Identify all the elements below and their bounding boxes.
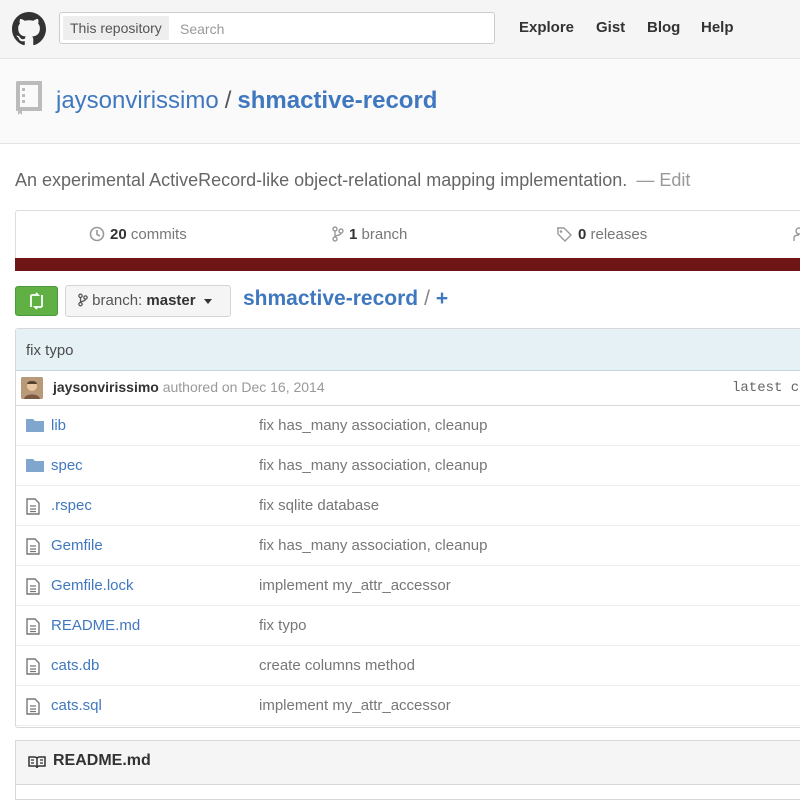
compare-button[interactable] <box>15 286 58 316</box>
file-name-link[interactable]: lib <box>51 417 66 434</box>
file-name-link[interactable]: Gemfile.lock <box>51 577 134 594</box>
github-logo-icon[interactable] <box>12 12 46 46</box>
releases-count: 0 <box>578 226 587 243</box>
folder-icon <box>26 459 44 472</box>
file-text-icon <box>26 578 40 595</box>
file-row[interactable]: cats.db create columns method <box>16 646 800 686</box>
file-name-link[interactable]: .rspec <box>51 497 92 514</box>
breadcrumb: shmactive-record / + <box>243 287 448 311</box>
commit-author-link[interactable]: jaysonvirissimo <box>53 379 159 395</box>
nav-gist[interactable]: Gist <box>596 19 625 36</box>
file-text-icon <box>26 538 40 555</box>
numbers-summary: 20 commits 1 branch 0 releases <box>15 210 800 258</box>
file-name-link[interactable]: cats.sql <box>51 697 102 714</box>
file-text-icon <box>26 618 40 635</box>
search-scope-label: This repository <box>63 16 169 40</box>
branch-icon <box>332 226 344 242</box>
book-icon <box>28 756 46 769</box>
site-header: This repository Explore Gist Blog Help <box>0 0 800 59</box>
repo-description-text: An experimental ActiveRecord-like object… <box>15 170 628 190</box>
file-commit-message[interactable]: fix sqlite database <box>259 497 379 514</box>
file-text-icon <box>26 658 40 675</box>
file-row[interactable]: lib fix has_many association, cleanup <box>16 406 800 446</box>
repo-name-link[interactable]: shmactive-record <box>237 87 437 114</box>
file-text-icon <box>26 698 40 715</box>
releases-link[interactable]: 0 releases <box>556 226 647 243</box>
file-row[interactable]: Gemfile fix has_many association, cleanup <box>16 526 800 566</box>
file-commit-message[interactable]: create columns method <box>259 657 415 674</box>
commit-author-line: jaysonvirissimo authored on Dec 16, 2014 <box>53 379 325 395</box>
file-list: fix typo jaysonvirissimo authored on Dec… <box>15 328 800 728</box>
readme-title: README.md <box>53 752 151 769</box>
file-commit-message[interactable]: fix has_many association, cleanup <box>259 537 487 554</box>
avatar[interactable] <box>21 377 43 399</box>
branches-link[interactable]: 1 branch <box>332 226 407 243</box>
branch-prefix: branch: <box>92 292 143 309</box>
branch-count: 1 <box>349 226 358 243</box>
new-file-button[interactable]: + <box>436 287 448 310</box>
branch-select[interactable]: branch: master <box>65 285 231 317</box>
last-commit-message: fix typo <box>16 329 800 371</box>
repo-title-separator: / <box>224 87 232 114</box>
releases-label: releases <box>590 226 648 243</box>
file-row[interactable]: spec fix has_many association, cleanup <box>16 446 800 486</box>
search-input[interactable] <box>178 17 482 41</box>
history-icon <box>89 226 105 242</box>
file-row[interactable]: Gemfile.lock implement my_attr_accessor <box>16 566 800 606</box>
file-commit-message[interactable]: fix has_many association, cleanup <box>259 457 487 474</box>
file-name-link[interactable]: spec <box>51 457 83 474</box>
repo-icon <box>16 81 42 115</box>
file-commit-message[interactable]: fix typo <box>259 617 307 634</box>
commit-authored-text: authored on Dec 16, 2014 <box>162 379 325 395</box>
nav-help[interactable]: Help <box>701 19 734 36</box>
compare-icon <box>30 292 43 310</box>
file-row[interactable]: .rspec fix sqlite database <box>16 486 800 526</box>
last-commit-meta: jaysonvirissimo authored on Dec 16, 2014… <box>16 371 800 406</box>
nav-blog[interactable]: Blog <box>647 19 680 36</box>
file-row[interactable]: cats.sql implement my_attr_accessor <box>16 686 800 726</box>
edit-description-link[interactable]: — Edit <box>636 170 690 190</box>
language-bar <box>15 258 800 271</box>
commits-link[interactable]: 20 commits <box>89 226 187 243</box>
branch-name: master <box>146 292 196 309</box>
file-name-link[interactable]: README.md <box>51 617 140 634</box>
latest-commit-label[interactable]: latest c <box>732 380 799 396</box>
user-avatar-icon <box>21 377 43 399</box>
repo-description: An experimental ActiveRecord-like object… <box>15 170 690 191</box>
file-commit-message[interactable]: implement my_attr_accessor <box>259 697 451 714</box>
repo-title: jaysonvirissimo / shmactive-record <box>56 87 437 115</box>
file-commit-message[interactable]: fix has_many association, cleanup <box>259 417 487 434</box>
readme-header: README.md <box>16 741 800 785</box>
folder-icon <box>26 419 44 432</box>
file-commit-message[interactable]: implement my_attr_accessor <box>259 577 451 594</box>
contributors-icon <box>793 227 800 241</box>
repo-header: jaysonvirissimo / shmactive-record <box>0 59 800 144</box>
commits-count: 20 <box>110 226 127 243</box>
commits-label: commits <box>130 226 187 243</box>
branch-icon <box>78 293 88 307</box>
file-text-icon <box>26 498 40 515</box>
file-name-link[interactable]: Gemfile <box>51 537 103 554</box>
last-commit-message-link[interactable]: fix typo <box>26 342 74 359</box>
tag-icon <box>557 227 572 242</box>
search-box[interactable]: This repository <box>59 12 495 44</box>
branch-label: branch <box>361 226 408 243</box>
chevron-down-icon <box>203 298 212 304</box>
repo-owner-link[interactable]: jaysonvirissimo <box>56 87 219 114</box>
breadcrumb-separator: / <box>424 287 430 310</box>
file-row[interactable]: README.md fix typo <box>16 606 800 646</box>
nav-explore[interactable]: Explore <box>519 19 574 36</box>
breadcrumb-repo-link[interactable]: shmactive-record <box>243 287 418 310</box>
file-name-link[interactable]: cats.db <box>51 657 99 674</box>
readme-box: README.md <box>15 740 800 800</box>
